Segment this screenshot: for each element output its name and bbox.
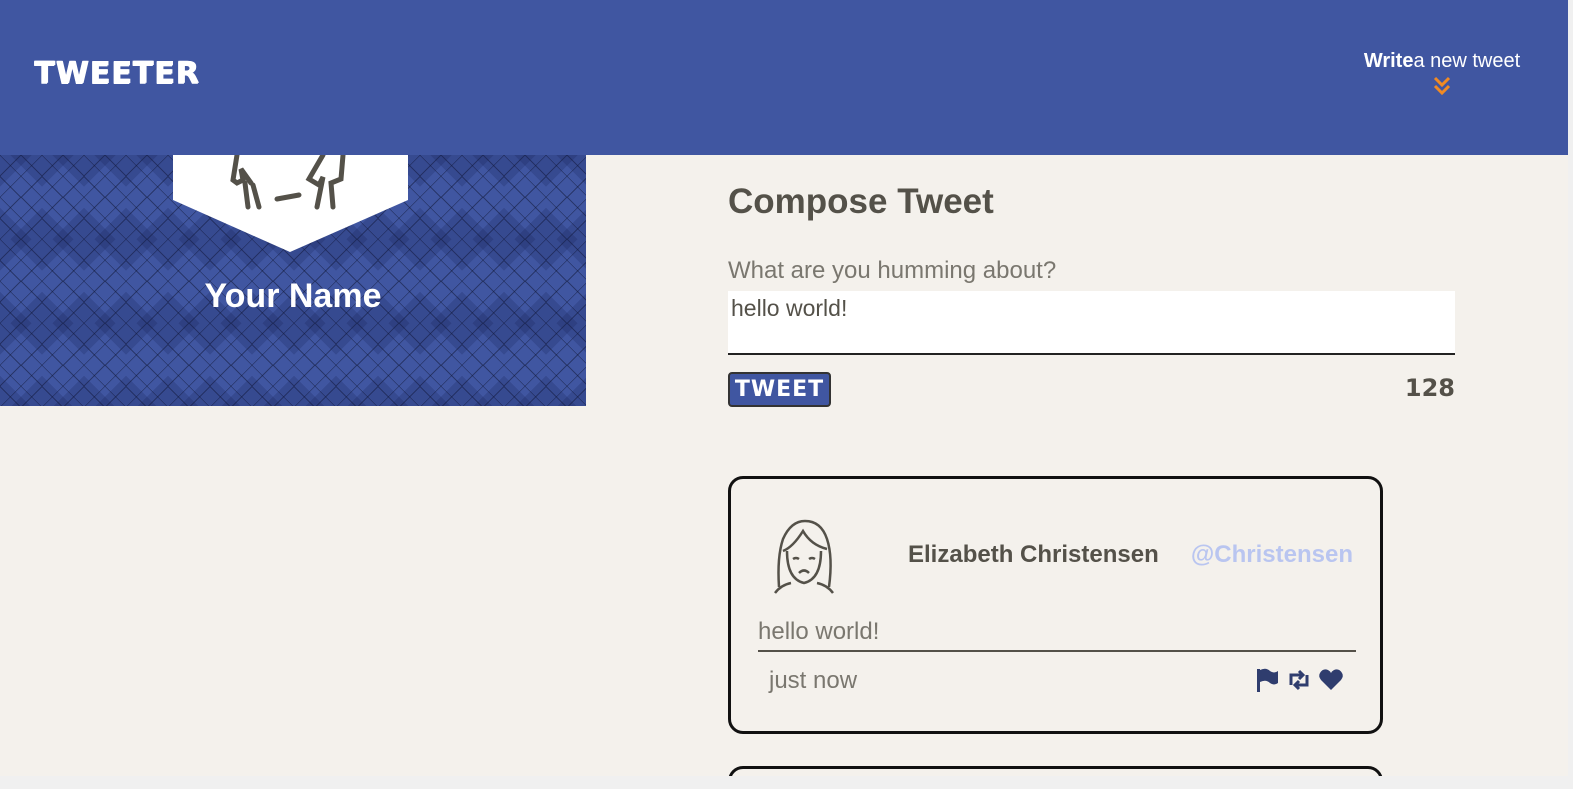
compose-label: What are you humming about? [728, 257, 1057, 284]
character-counter: 128 [1404, 374, 1455, 402]
write-new-tweet-toggle[interactable]: Writea new tweet [1362, 50, 1522, 97]
avatar-icon [774, 519, 834, 594]
tweet-textarea[interactable]: hello world! [728, 291, 1455, 355]
profile-banner: Your Name [0, 155, 586, 406]
tweet-content: hello world! [758, 618, 1356, 652]
write-label-rest: a new tweet [1413, 50, 1521, 72]
top-navbar: TWEETER Writea new tweet [0, 0, 1568, 155]
page-bottom-edge [0, 776, 1573, 789]
flag-icon[interactable] [1254, 667, 1280, 693]
heart-icon[interactable] [1318, 667, 1344, 693]
write-label-bold: Write [1363, 50, 1414, 72]
double-chevron-down-icon[interactable] [1431, 75, 1453, 97]
tweet-actions [1254, 667, 1344, 693]
tweet-author-handle: @Christensen [1190, 541, 1353, 568]
scrollbar-gutter [1568, 0, 1573, 789]
compose-title: Compose Tweet [728, 182, 994, 221]
tweet-author-name: Elizabeth Christensen [908, 541, 1159, 568]
user-avatar-icon [173, 155, 408, 252]
retweet-icon[interactable] [1286, 667, 1312, 693]
profile-name: Your Name [204, 277, 382, 315]
brand-logo[interactable]: TWEETER [34, 56, 200, 91]
tweet-submit-button[interactable]: TWEET [728, 372, 831, 407]
tweet-timestamp: just now [769, 667, 858, 694]
tweet-card: Elizabeth Christensen @Christensen hello… [728, 476, 1383, 734]
